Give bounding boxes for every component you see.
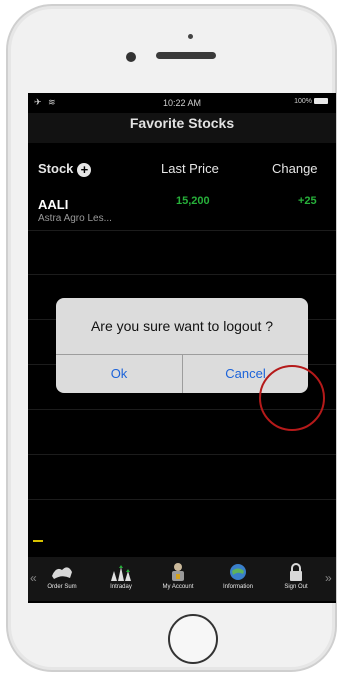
- battery-indicator: 100%: [294, 98, 328, 105]
- tab-my-account[interactable]: My Account: [150, 557, 206, 601]
- row-divider: [28, 230, 336, 231]
- column-header-change: Change: [272, 161, 318, 176]
- tab-intraday-label: Intraday: [110, 584, 132, 590]
- stock-last-price: 15,200: [176, 195, 210, 207]
- information-icon: [230, 564, 246, 580]
- sign-out-icon: [290, 563, 302, 581]
- tab-information[interactable]: Information: [210, 557, 266, 601]
- row-divider: [28, 274, 336, 275]
- front-sensor: [188, 34, 193, 39]
- stock-symbol[interactable]: AALI: [38, 197, 68, 212]
- stock-change: +25: [298, 195, 317, 207]
- intraday-icon: [111, 565, 131, 581]
- my-account-icon: [172, 563, 184, 581]
- tab-sign-out[interactable]: Sign Out: [268, 557, 324, 601]
- row-divider: [28, 454, 336, 455]
- tab-sign-out-label: Sign Out: [284, 584, 308, 590]
- row-divider: [28, 499, 336, 500]
- column-header-last-price: Last Price: [161, 161, 219, 176]
- tab-my-account-label: My Account: [162, 584, 194, 590]
- tab-order-sum[interactable]: Order Sum: [34, 557, 90, 601]
- stock-name: Astra Agro Les...: [38, 213, 112, 224]
- alert-message: Are you sure want to logout ?: [90, 318, 274, 334]
- column-header-stock-label: Stock: [38, 161, 74, 176]
- order-sum-icon: [52, 567, 72, 579]
- page-title: Favorite Stocks: [129, 115, 235, 131]
- home-button[interactable]: [168, 614, 218, 664]
- add-stock-icon[interactable]: +: [77, 162, 92, 177]
- tab-bar: « Order Sum Intraday My Account Informat…: [28, 557, 336, 601]
- status-time: 10:22 AM: [162, 98, 202, 108]
- ok-button[interactable]: Ok: [56, 355, 182, 393]
- column-header-stock: Stock +: [38, 161, 92, 177]
- scroll-right-icon[interactable]: »: [325, 571, 332, 585]
- earpiece-speaker: [156, 52, 216, 59]
- status-bar: ✈ ≋ 10:22 AM 100%: [28, 93, 336, 113]
- front-camera: [126, 52, 136, 62]
- tab-intraday[interactable]: Intraday: [93, 557, 149, 601]
- battery-icon: [314, 98, 328, 105]
- tab-information-label: Information: [222, 584, 253, 590]
- tap-highlight-circle: [259, 365, 325, 431]
- scroll-indicator: [33, 540, 43, 542]
- battery-percent: 100%: [294, 98, 312, 105]
- app-screen: ✈ ≋ 10:22 AM 100% Favorite Stocks Stock +…: [28, 93, 336, 603]
- tab-order-sum-label: Order Sum: [47, 584, 77, 590]
